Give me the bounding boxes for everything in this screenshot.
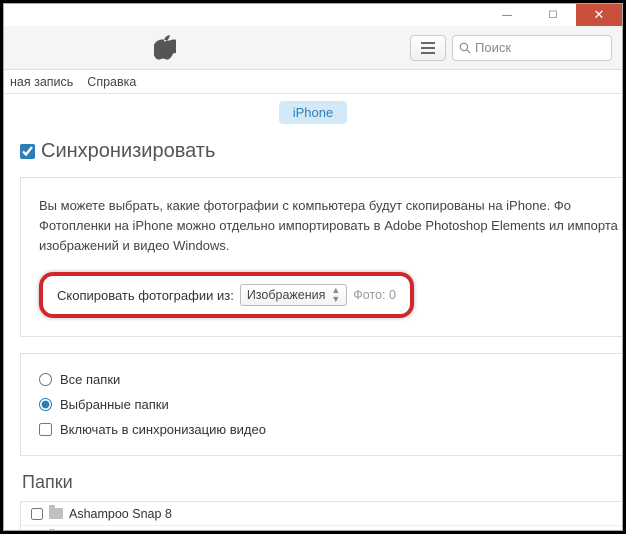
photo-count: Фото: 0 — [353, 288, 396, 302]
search-icon — [459, 42, 471, 54]
menubar: ная запись Справка — [4, 70, 622, 94]
search-input[interactable]: Поиск — [452, 35, 612, 61]
close-button[interactable]: ✕ — [576, 4, 622, 26]
folders-heading: Папки — [22, 472, 622, 493]
list-view-button[interactable] — [410, 35, 446, 61]
device-bar: iPhone — [4, 94, 622, 130]
radio-all-folders-label: Все папки — [60, 372, 120, 387]
chevron-updown-icon: ▲▼ — [331, 286, 340, 304]
radio-selected-folders-label: Выбранные папки — [60, 397, 169, 412]
search-placeholder: Поиск — [475, 40, 605, 55]
radio-selected-folders[interactable] — [39, 398, 52, 411]
sync-description: Вы можете выбрать, какие фотографии с ко… — [39, 196, 622, 256]
list-icon — [421, 42, 435, 54]
apple-logo-icon — [154, 35, 176, 61]
window: — ☐ ✕ Поиск ная запись Справка iPhone Си… — [3, 3, 623, 531]
radio-all-folders[interactable] — [39, 373, 52, 386]
folder-mode-group: Все папки Выбранные папки Включать в син… — [39, 372, 622, 437]
include-video-checkbox[interactable] — [39, 423, 52, 436]
copy-from-highlight: Скопировать фотографии из: Изображения ▲… — [39, 272, 414, 318]
menu-account[interactable]: ная запись — [10, 75, 73, 89]
copy-from-selected: Изображения — [247, 288, 326, 302]
folder-row[interactable]: Ashampoo Snap 8 — [21, 502, 622, 526]
titlebar: — ☐ ✕ — [4, 4, 622, 26]
maximize-button[interactable]: ☐ — [530, 4, 576, 26]
menu-help[interactable]: Справка — [87, 75, 136, 89]
sync-panel: Вы можете выбрать, какие фотографии с ко… — [20, 177, 622, 337]
folder-row[interactable]: Camera Roll — [21, 526, 622, 531]
folder-checkbox[interactable] — [31, 508, 43, 520]
copy-from-select[interactable]: Изображения ▲▼ — [240, 284, 347, 306]
sync-row: Синхронизировать — [20, 140, 622, 163]
include-video-label: Включать в синхронизацию видео — [60, 422, 266, 437]
folder-list: Ashampoo Snap 8 Camera Roll Saved Pictur… — [20, 501, 622, 531]
toolbar: Поиск — [4, 26, 622, 70]
device-tab-iphone[interactable]: iPhone — [279, 101, 347, 124]
folder-icon — [49, 508, 63, 519]
copy-from-label: Скопировать фотографии из: — [57, 288, 234, 303]
minimize-button[interactable]: — — [484, 4, 530, 26]
folder-mode-panel: Все папки Выбранные папки Включать в син… — [20, 353, 622, 456]
sync-checkbox[interactable] — [20, 144, 35, 159]
sync-label: Синхронизировать — [41, 140, 215, 163]
content: Синхронизировать Вы можете выбрать, каки… — [4, 130, 622, 531]
folder-name: Ashampoo Snap 8 — [69, 507, 172, 521]
